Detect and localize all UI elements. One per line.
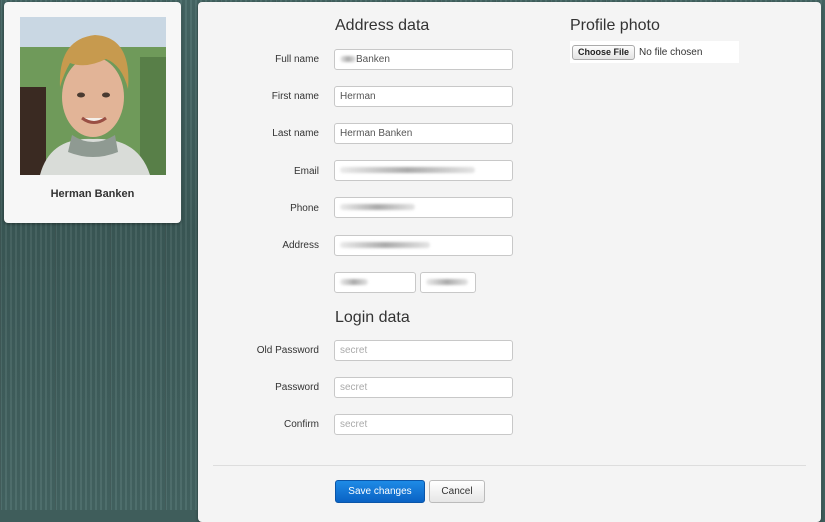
- full-name-label: Full name: [275, 54, 319, 65]
- first-name-input[interactable]: Herman: [334, 86, 513, 107]
- redacted-text: [340, 279, 368, 286]
- profile-name: Herman Banken: [50, 188, 135, 200]
- password-label: Password: [275, 382, 319, 393]
- city-input[interactable]: [420, 272, 476, 293]
- old-password-label: Old Password: [256, 345, 319, 356]
- form-divider: [213, 465, 806, 466]
- address-label: Address: [282, 240, 319, 251]
- phone-input[interactable]: [334, 197, 513, 218]
- profile-card: Herman Banken: [4, 2, 181, 223]
- login-data-heading: Login data: [335, 309, 410, 326]
- email-input[interactable]: [334, 160, 513, 181]
- redacted-text: [340, 167, 475, 174]
- postal-code-input[interactable]: [334, 272, 416, 293]
- phone-label: Phone: [290, 203, 319, 214]
- confirm-password-input[interactable]: secret: [334, 414, 513, 435]
- last-name-label: Last name: [272, 128, 319, 139]
- address-input[interactable]: [334, 235, 513, 256]
- profile-photo-file-input[interactable]: Choose File No file chosen: [570, 41, 739, 63]
- redacted-text: [340, 242, 430, 249]
- profile-photo-heading: Profile photo: [570, 17, 660, 34]
- email-label: Email: [293, 166, 319, 177]
- last-name-input[interactable]: Herman Banken: [334, 123, 513, 144]
- password-input[interactable]: secret: [334, 377, 513, 398]
- old-password-input[interactable]: secret: [334, 340, 513, 361]
- redacted-text: [426, 279, 468, 286]
- redacted-text: [340, 56, 356, 63]
- avatar-photo-icon: [20, 17, 166, 175]
- main-panel: [198, 2, 821, 522]
- first-name-label: First name: [271, 91, 319, 102]
- cancel-button[interactable]: Cancel: [429, 480, 485, 503]
- full-name-input[interactable]: Banken: [334, 49, 513, 70]
- confirm-label: Confirm: [283, 419, 319, 430]
- file-status-text: No file chosen: [639, 46, 703, 58]
- avatar: [20, 17, 166, 175]
- address-data-heading: Address data: [335, 17, 430, 34]
- redacted-text: [340, 204, 415, 211]
- choose-file-button[interactable]: Choose File: [572, 44, 636, 60]
- save-changes-button[interactable]: Save changes: [335, 480, 425, 503]
